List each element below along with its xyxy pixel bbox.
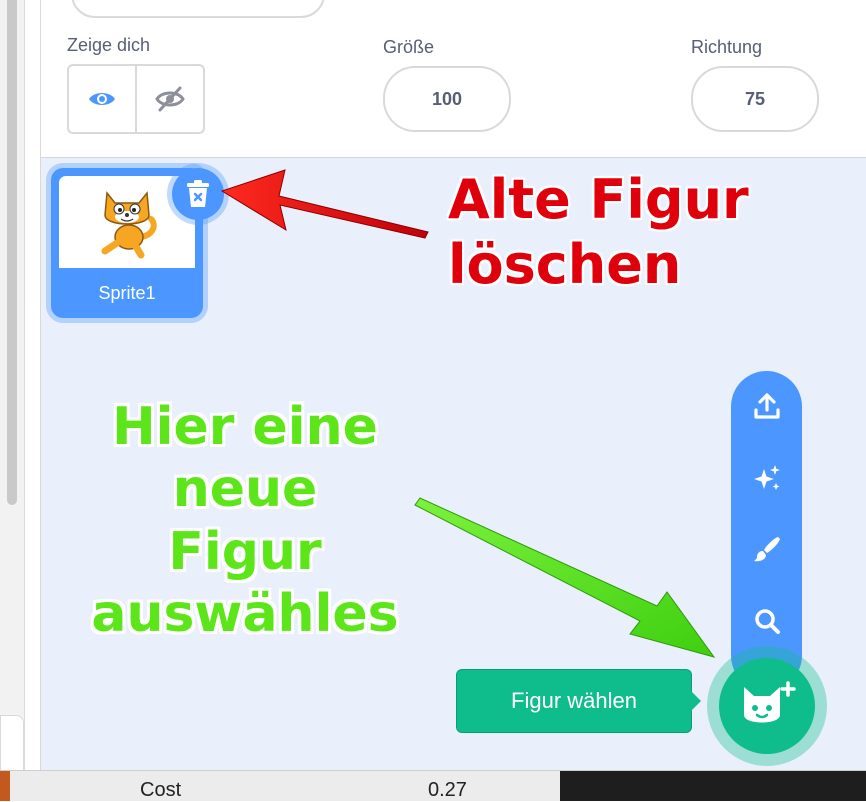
green-arrow: [414, 497, 716, 658]
delete-annotation: Alte Figur löschen: [448, 168, 749, 298]
delete-annotation-line1: Alte Figur: [448, 168, 749, 231]
red-arrow: [220, 169, 429, 239]
choose-annotation-line2: neue Figur: [168, 459, 322, 582]
cost-label: Cost: [140, 779, 182, 801]
delete-annotation-line2: löschen: [448, 232, 682, 296]
bottom-bar: Cost 0.27: [0, 770, 866, 801]
choose-annotation-line1: Hier eine: [112, 397, 378, 457]
choose-annotation: Hier eine neue Figur auswähles: [90, 396, 400, 646]
bottom-accent: [0, 771, 10, 801]
choose-annotation-line3: auswähles: [91, 584, 399, 645]
bottom-dark-panel: [560, 771, 866, 801]
cost-value: 0.27: [428, 779, 467, 801]
